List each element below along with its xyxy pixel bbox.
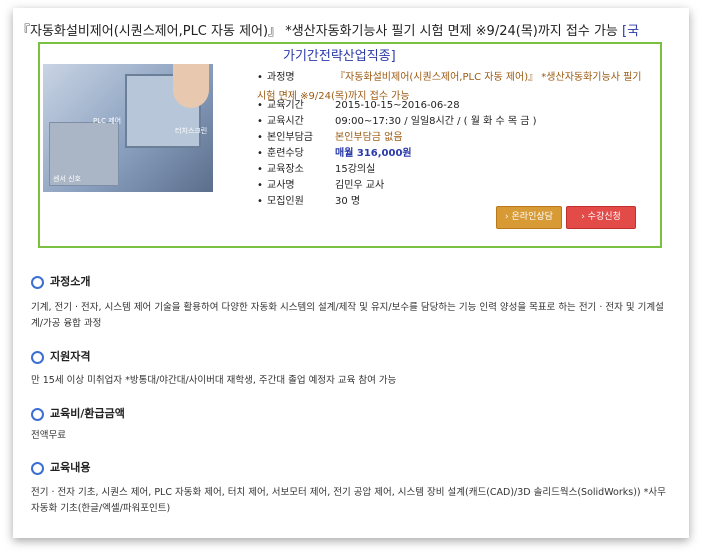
course-title: 『자동화설비제어(시퀀스제어,PLC 자동 제어)』 *생산자동화기능사 필기 … (17, 20, 687, 42)
section-fee-heading: 교육비/환급금액 (31, 405, 125, 421)
industry-category: 가기간전략산업직종] (283, 49, 396, 64)
row-self-pay: • 본인부담금 본인부담금 없음 (257, 132, 403, 143)
course-detail-sheet: 『자동화설비제어(시퀀스제어,PLC 자동 제어)』 *생산자동화기능사 필기 … (13, 8, 689, 538)
course-thumbnail: PLC 제어 터치스크린 센서 신호 (43, 64, 213, 192)
section-eligibility-heading: 지원자격 (31, 348, 90, 364)
section-content-text: 전기 · 전자 기초, 시퀀스 제어, PLC 자동화 제어, 터치 제어, 서… (31, 487, 666, 514)
row-time: • 교육시간 09:00~17:30 / 일일8시간 / ( 월 화 수 목 금 ) (257, 116, 537, 127)
circle-bullet-icon (31, 407, 44, 421)
section-intro-heading: 과정소개 (31, 273, 90, 289)
apply-button[interactable]: › 수강신청 (566, 206, 636, 229)
circle-bullet-icon (31, 350, 44, 364)
circle-bullet-icon (31, 275, 44, 289)
thumbnail-tag-sensor: 센서 신호 (53, 175, 81, 183)
section-content-heading: 교육내용 (31, 459, 90, 475)
row-allowance: • 훈련수당 매월 316,000원 (257, 148, 412, 159)
chevron-right-icon: › (505, 212, 509, 222)
thumbnail-tag-touch: 터치스크린 (175, 127, 208, 135)
section-fee-text: 전액무료 (31, 430, 66, 441)
row-period: • 교육기간 2015-10-15~2016-06-28 (257, 100, 460, 111)
row-course-name: • 과정명 『자동화설비제어(시퀀스제어,PLC 자동 제어)』 *생산자동화기능사… (257, 72, 642, 83)
row-place: • 교육장소 15강의실 (257, 164, 376, 175)
circle-bullet-icon (31, 461, 44, 475)
chevron-right-icon: › (581, 212, 585, 222)
online-consult-button[interactable]: › 온라인상담 (496, 206, 562, 229)
row-teacher: • 교사명 김민우 교사 (257, 180, 385, 191)
thumbnail-hand (173, 64, 209, 108)
section-intro-text: 기계, 전기 · 전자, 시스템 제어 기술을 활용하여 다양한 자동화 시스템… (31, 302, 664, 329)
course-title-link[interactable]: [국 (622, 24, 639, 39)
section-eligibility-text: 만 15세 이상 미취업자 *방통대/야간대/사이버대 재학생, 주간대 졸업 … (31, 375, 397, 386)
row-capacity: • 모집인원 30 명 (257, 196, 361, 207)
thumbnail-tag-plc: PLC 제어 (93, 117, 122, 125)
course-title-text: 『자동화설비제어(시퀀스제어,PLC 자동 제어)』 *생산자동화기능사 필기 … (17, 24, 618, 39)
